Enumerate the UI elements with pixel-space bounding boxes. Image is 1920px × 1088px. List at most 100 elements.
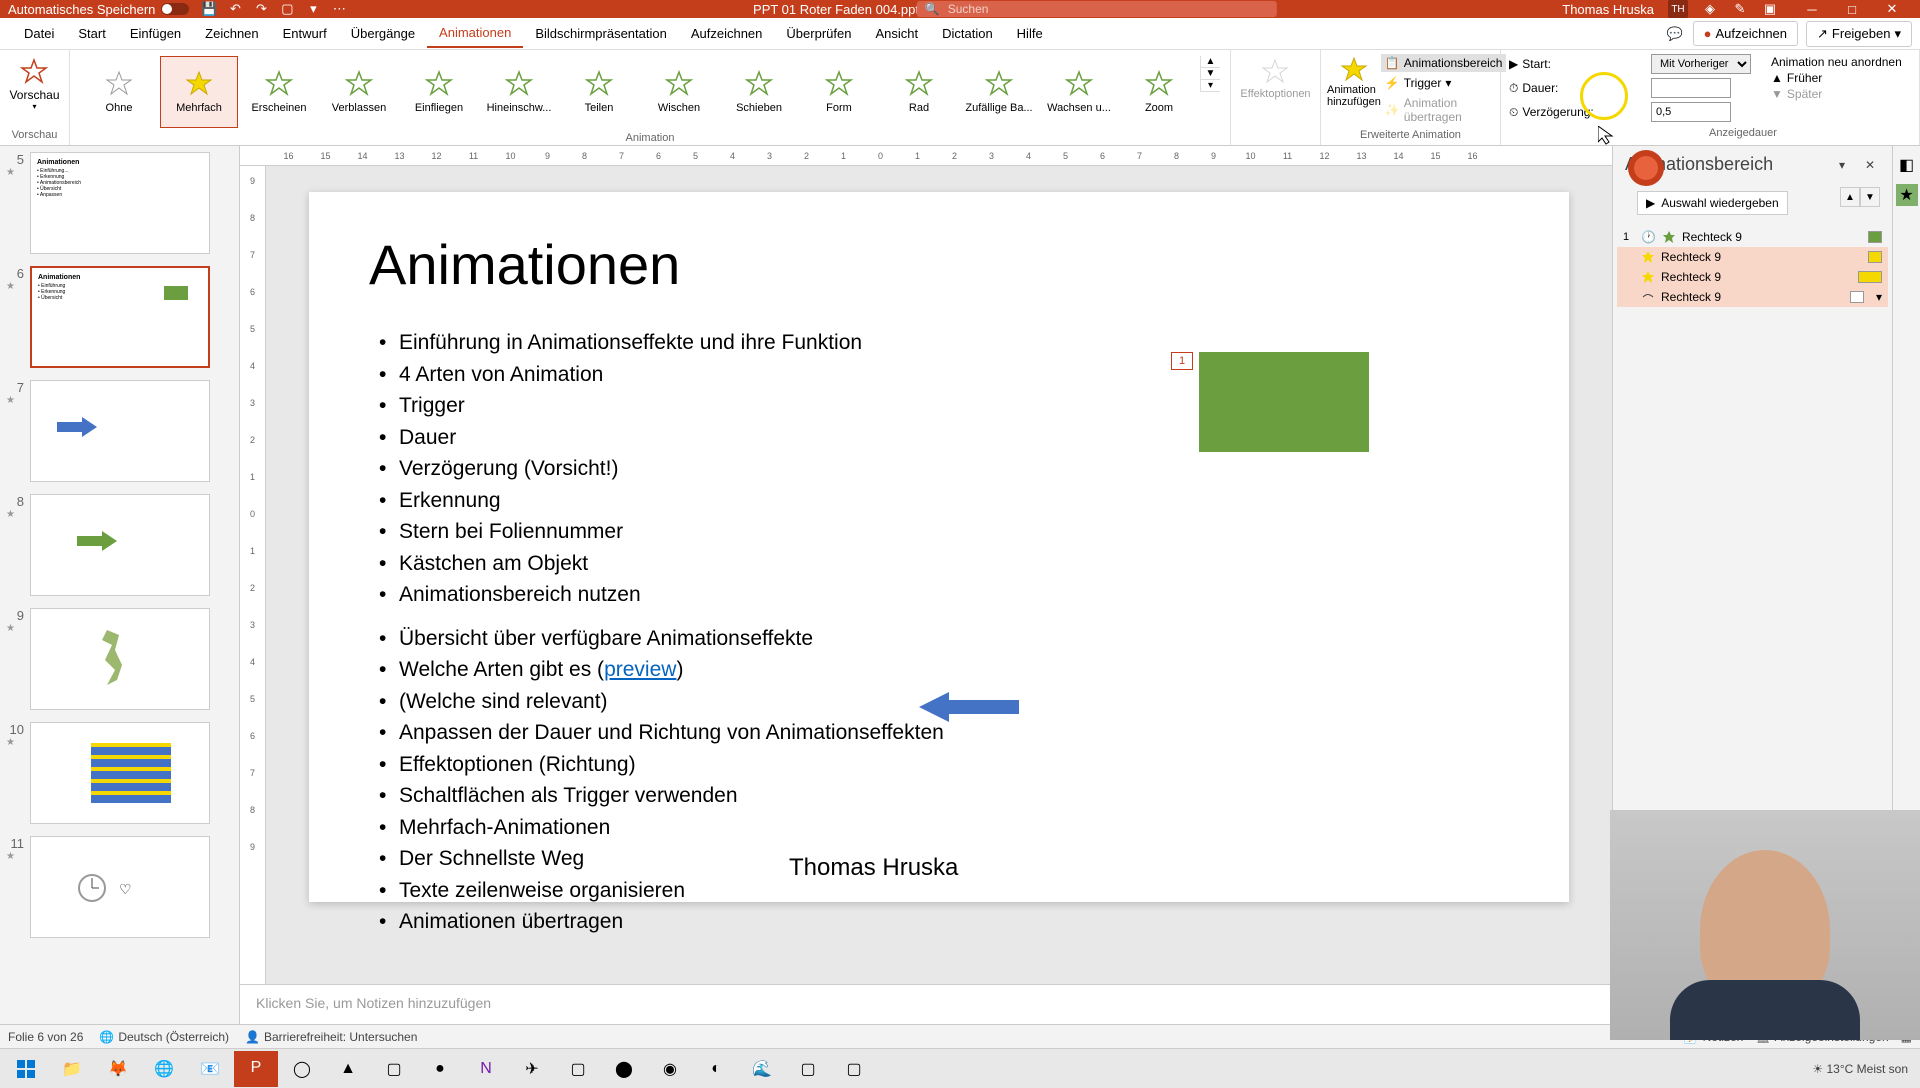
anim-erscheinen[interactable]: Erscheinen [240, 56, 318, 128]
anim-form[interactable]: Form [800, 56, 878, 128]
redo-icon[interactable]: ↷ [253, 1, 269, 17]
slide-title[interactable]: Animationen [369, 232, 1509, 297]
tab-entwurf[interactable]: Entwurf [271, 20, 339, 47]
trigger-button[interactable]: ⚡ Trigger ▾ [1381, 74, 1507, 92]
thumb-11[interactable]: ♡ [30, 836, 210, 938]
window-icon[interactable]: ▣ [1762, 1, 1778, 17]
outlook-icon[interactable]: 📧 [188, 1051, 232, 1087]
gallery-up[interactable]: ▲ [1201, 56, 1220, 68]
chrome-icon[interactable]: 🌐 [142, 1051, 186, 1087]
present-icon[interactable]: ▢ [279, 1, 295, 17]
chevron-down-icon[interactable]: ▾ [1876, 290, 1882, 304]
tab-zeichnen[interactable]: Zeichnen [193, 20, 270, 47]
dauer-input[interactable] [1651, 78, 1731, 98]
anim-mehrfach[interactable]: Mehrfach [160, 56, 238, 128]
username[interactable]: Thomas Hruska [1562, 2, 1654, 17]
freigeben-button[interactable]: ↗Freigeben▾ [1806, 21, 1912, 47]
blue-arrow-shape[interactable] [919, 692, 1019, 722]
animation-pane-icon[interactable]: ★ [1896, 184, 1918, 206]
gallery-more[interactable]: ▾ [1201, 80, 1220, 92]
tab-bildschirm[interactable]: Bildschirmpräsentation [523, 20, 679, 47]
toggle-switch[interactable] [161, 3, 189, 15]
anim-rad[interactable]: Rad [880, 56, 958, 128]
anim-entry-1[interactable]: 1 🕐 Rechteck 9 [1617, 227, 1888, 247]
gallery-down[interactable]: ▼ [1201, 68, 1220, 80]
app-icon[interactable]: ◯ [280, 1051, 324, 1087]
thumb-6[interactable]: Animationen• Einführung• Erkennung• Über… [30, 266, 210, 368]
start-button[interactable] [4, 1051, 48, 1087]
slide-counter[interactable]: Folie 6 von 26 [8, 1030, 83, 1044]
thumb-5[interactable]: Animationen• Einführung...• Erkennung• A… [30, 152, 210, 254]
app-icon-5[interactable]: ◉ [648, 1051, 692, 1087]
explorer-icon[interactable]: 📁 [50, 1051, 94, 1087]
dropdown-icon[interactable]: ▾ [305, 1, 321, 17]
vorschau-button[interactable]: Vorschau ▾ [9, 52, 59, 111]
app-icon-4[interactable]: ▢ [556, 1051, 600, 1087]
tab-ueberpruefen[interactable]: Überprüfen [774, 20, 863, 47]
aufzeichnen-button[interactable]: ●Aufzeichnen [1693, 21, 1798, 46]
comments-icon[interactable]: 💬 [1665, 24, 1685, 44]
tab-einfuegen[interactable]: Einfügen [118, 20, 193, 47]
app-icon-7[interactable]: ▢ [786, 1051, 830, 1087]
anim-ohne[interactable]: Ohne [80, 56, 158, 128]
thumb-10[interactable] [30, 722, 210, 824]
autosave-toggle[interactable]: Automatisches Speichern [8, 2, 189, 17]
notes-area[interactable]: Klicken Sie, um Notizen hinzuzufügen [240, 984, 1612, 1024]
firefox-icon[interactable]: 🦊 [96, 1051, 140, 1087]
undo-icon[interactable]: ↶ [227, 1, 243, 17]
animationsbereich-button[interactable]: 📋 Animationsbereich [1381, 54, 1507, 72]
edge-icon[interactable]: 🌊 [740, 1051, 784, 1087]
close-button[interactable]: ✕ [1872, 0, 1912, 18]
search-box[interactable]: 🔍 Suchen [917, 1, 1277, 17]
play-selection-button[interactable]: ▶ Auswahl wiedergeben [1637, 191, 1788, 215]
tab-hilfe[interactable]: Hilfe [1005, 20, 1055, 47]
save-icon[interactable]: 💾 [201, 1, 217, 17]
vlc-icon[interactable]: ▲ [326, 1051, 370, 1087]
app-icon-6[interactable]: ◐ [694, 1051, 738, 1087]
designer-icon[interactable]: ◧ [1896, 154, 1918, 176]
tab-datei[interactable]: Datei [12, 20, 66, 47]
anim-hineinschw[interactable]: Hineinschw... [480, 56, 558, 128]
thumb-7[interactable] [30, 380, 210, 482]
user-badge[interactable]: TH [1668, 0, 1688, 19]
anim-up[interactable]: ▲ [1840, 187, 1860, 207]
pane-dropdown[interactable]: ▾ [1832, 155, 1852, 175]
tab-start[interactable]: Start [66, 20, 117, 47]
thumb-9[interactable] [30, 608, 210, 710]
accessibility[interactable]: 👤 Barrierefreiheit: Untersuchen [245, 1030, 417, 1044]
language[interactable]: 🌐 Deutsch (Österreich) [99, 1030, 229, 1044]
anim-verblassen[interactable]: Verblassen [320, 56, 398, 128]
tab-dictation[interactable]: Dictation [930, 20, 1005, 47]
anim-down[interactable]: ▼ [1860, 187, 1880, 207]
animation-hinzufuegen-button[interactable]: Animation hinzufügen [1327, 52, 1381, 124]
tab-aufzeichnen[interactable]: Aufzeichnen [679, 20, 775, 47]
onenote-icon[interactable]: N [464, 1051, 508, 1087]
thumb-8[interactable] [30, 494, 210, 596]
anim-zufaellig[interactable]: Zufällige Ba... [960, 56, 1038, 128]
anim-wischen[interactable]: Wischen [640, 56, 718, 128]
frueher-button[interactable]: ▲ Früher [1771, 70, 1902, 86]
anim-einfliegen[interactable]: Einfliegen [400, 56, 478, 128]
telegram-icon[interactable]: ✈ [510, 1051, 554, 1087]
anim-teilen[interactable]: Teilen [560, 56, 638, 128]
slide-canvas[interactable]: Animationen Einführung in Animationseffe… [309, 192, 1569, 902]
maximize-button[interactable]: □ [1832, 0, 1872, 18]
minimize-button[interactable]: ─ [1792, 0, 1832, 18]
tab-ansicht[interactable]: Ansicht [863, 20, 930, 47]
diamond-icon[interactable]: ◈ [1702, 1, 1718, 17]
app-icon-8[interactable]: ▢ [832, 1051, 876, 1087]
obs-icon[interactable]: ⬤ [602, 1051, 646, 1087]
slide-author[interactable]: Thomas Hruska [789, 854, 958, 882]
weather-widget[interactable]: ☀ 13°C Meist son [1812, 1062, 1908, 1076]
pane-close[interactable]: ✕ [1860, 155, 1880, 175]
anim-wachsen[interactable]: Wachsen u... [1040, 56, 1118, 128]
animation-number-badge[interactable]: 1 [1171, 352, 1193, 370]
anim-schieben[interactable]: Schieben [720, 56, 798, 128]
app-icon-3[interactable]: ● [418, 1051, 462, 1087]
more-icon[interactable]: ⋯ [331, 1, 347, 17]
tab-animationen[interactable]: Animationen [427, 19, 523, 48]
start-select[interactable]: Mit Vorheriger [1651, 54, 1751, 74]
app-icon-2[interactable]: ▢ [372, 1051, 416, 1087]
powerpoint-icon[interactable]: P [234, 1051, 278, 1087]
anim-entry-2[interactable]: Rechteck 9 [1617, 247, 1888, 267]
